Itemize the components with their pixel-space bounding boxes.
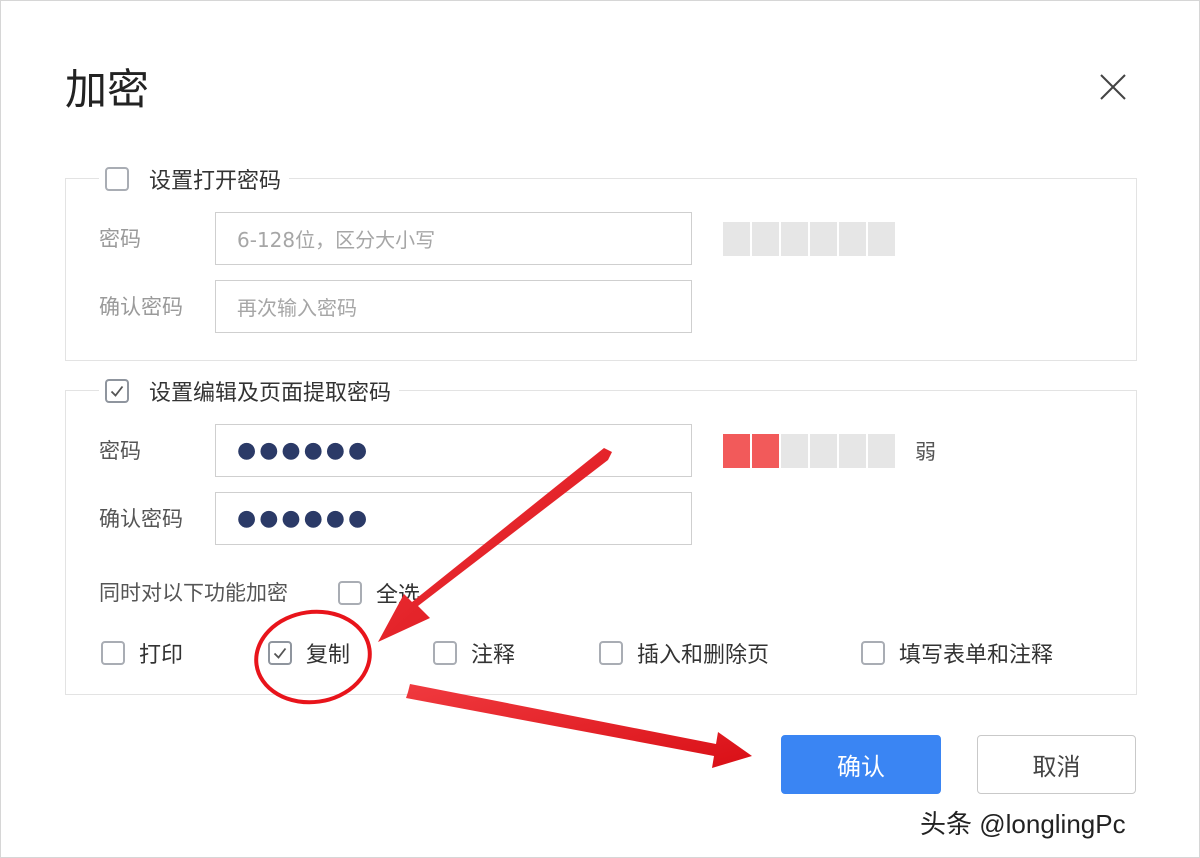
open-password-label: 设置打开密码 (149, 169, 282, 194)
permissions-intro: 同时对以下功能加密 (99, 581, 288, 605)
edit-password-field-label: 密码 (99, 439, 141, 463)
perm-insert-delete-label: 插入和删除页 (637, 643, 770, 668)
open-password-strength-segment (810, 222, 837, 256)
perm-insert-delete-checkbox[interactable] (599, 641, 623, 665)
perm-copy-checkbox[interactable] (268, 641, 292, 665)
perm-annotate-label: 注释 (471, 643, 516, 668)
perm-fill-forms-label: 填写表单和注释 (899, 643, 1054, 668)
perm-annotate-checkbox[interactable] (433, 641, 457, 665)
edit-password-confirm-input[interactable]: ●●●●●● (215, 492, 692, 545)
open-password-confirm-input[interactable]: 再次输入密码 (215, 280, 692, 333)
edit-password-strength-segment (839, 434, 866, 468)
open-password-confirm-label: 确认密码 (99, 295, 183, 319)
edit-password-confirm-label: 确认密码 (99, 507, 183, 531)
perm-fill-forms-checkbox[interactable] (861, 641, 885, 665)
edit-password-confirm-value: ●●●●●● (237, 506, 371, 531)
open-password-strength-segment (781, 222, 808, 256)
edit-password-strength-segment (723, 434, 750, 468)
open-password-input[interactable]: 6-128位，区分大小写 (215, 212, 692, 265)
open-password-toggle[interactable]: 设置打开密码 (99, 162, 290, 196)
select-all-checkbox[interactable] (338, 581, 362, 605)
edit-password-strength-segment (810, 434, 837, 468)
open-password-placeholder: 6-128位，区分大小写 (237, 228, 436, 252)
open-password-field-label: 密码 (99, 227, 141, 251)
edit-password-strength-meter (723, 434, 895, 468)
check-icon (273, 647, 287, 659)
close-button[interactable] (1095, 69, 1131, 105)
check-icon (110, 385, 124, 397)
edit-password-checkbox[interactable] (105, 379, 129, 403)
open-password-strength-meter (723, 222, 895, 256)
open-password-strength-segment (723, 222, 750, 256)
encrypt-dialog: 加密 设置打开密码 密码 6-128位，区分大小写 确认密码 再次输入密码 设置… (0, 0, 1200, 858)
open-password-strength-segment (868, 222, 895, 256)
select-all-label: 全选 (376, 583, 421, 608)
dialog-title: 加密 (65, 65, 150, 114)
strength-label: 弱 (915, 440, 936, 464)
open-password-strength-segment (752, 222, 779, 256)
open-password-section (65, 178, 1137, 361)
cancel-button[interactable]: 取消 (977, 735, 1136, 794)
open-password-confirm-placeholder: 再次输入密码 (237, 296, 357, 320)
select-all-option[interactable]: 全选 (338, 578, 420, 608)
perm-fill-forms-option[interactable]: 填写表单和注释 (861, 638, 1053, 668)
confirm-button[interactable]: 确认 (781, 735, 941, 794)
watermark: 头条 @longlingPc (920, 809, 1126, 839)
close-icon (1100, 74, 1126, 100)
edit-password-input[interactable]: ●●●●●● (215, 424, 692, 477)
perm-print-checkbox[interactable] (101, 641, 125, 665)
edit-password-toggle[interactable]: 设置编辑及页面提取密码 (99, 374, 400, 408)
edit-password-strength-segment (752, 434, 779, 468)
perm-copy-label: 复制 (306, 643, 351, 668)
perm-copy-option[interactable]: 复制 (268, 638, 350, 668)
perm-print-option[interactable]: 打印 (101, 638, 183, 668)
open-password-strength-segment (839, 222, 866, 256)
edit-password-label: 设置编辑及页面提取密码 (149, 381, 392, 406)
edit-password-value: ●●●●●● (237, 438, 371, 463)
perm-insert-delete-option[interactable]: 插入和删除页 (599, 638, 769, 668)
edit-password-strength-segment (781, 434, 808, 468)
perm-annotate-option[interactable]: 注释 (433, 638, 515, 668)
edit-password-strength-segment (868, 434, 895, 468)
open-password-checkbox[interactable] (105, 167, 129, 191)
perm-print-label: 打印 (139, 643, 184, 668)
